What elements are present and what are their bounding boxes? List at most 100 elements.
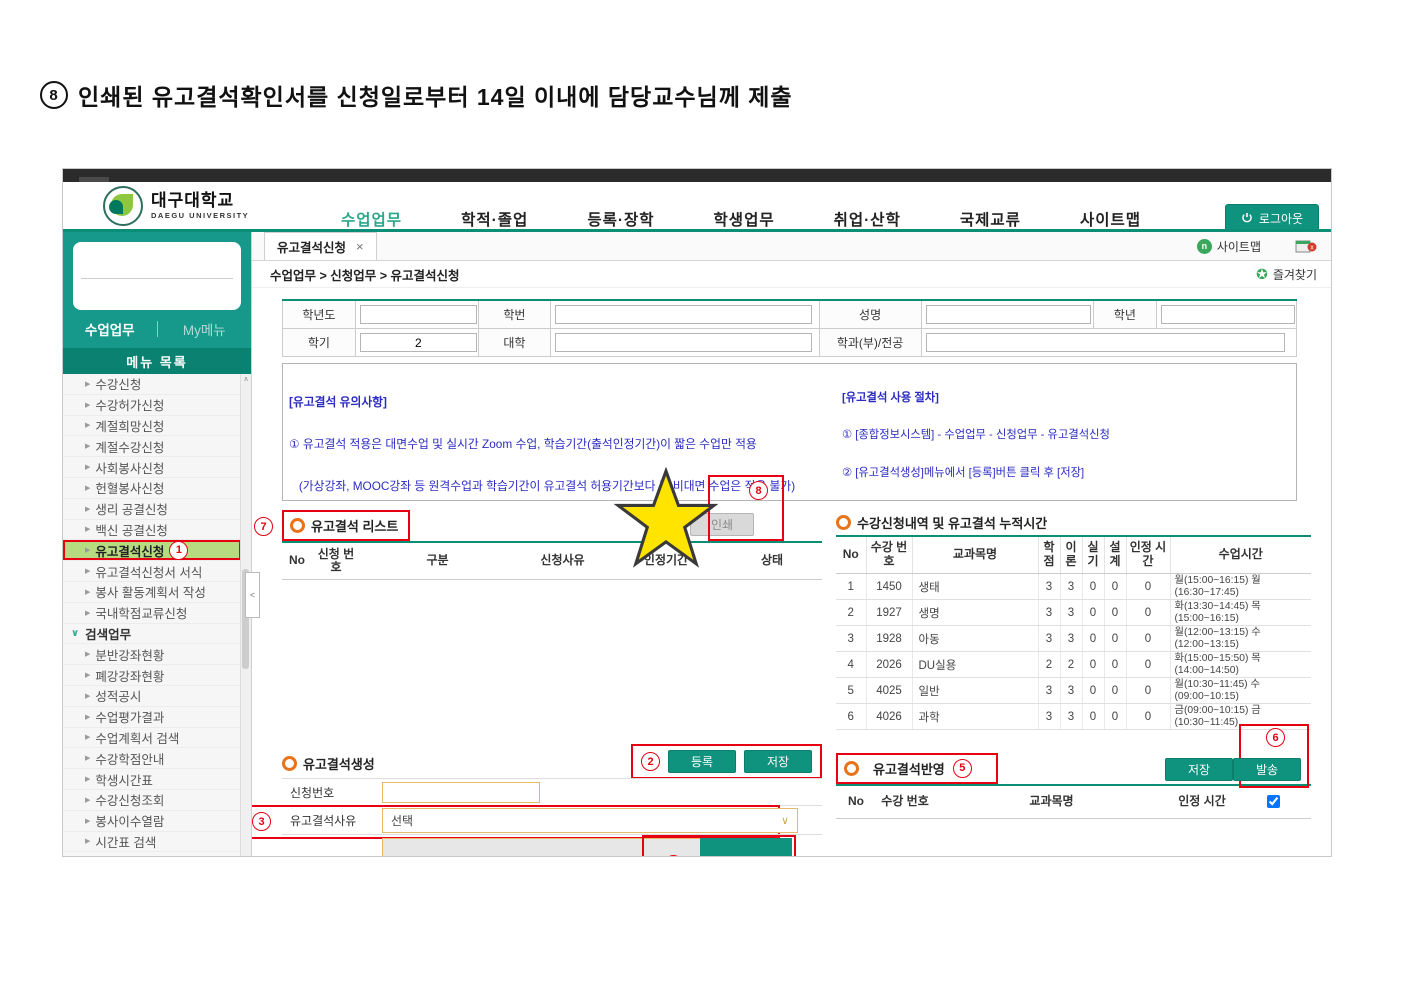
sidebar-item-course-request[interactable]: ▶ 수강신청 (63, 374, 241, 395)
sidebar-item-student-timetable[interactable]: ▶ 학생시간표 (63, 769, 241, 790)
send-button[interactable]: 발송 (1233, 758, 1301, 781)
menu-list-header: 메뉴 목록 (63, 348, 251, 374)
sidebar-item-vaccine-absence[interactable]: ▶ 백신 공결신청 (63, 520, 241, 541)
notice-procedure: [유고결석 사용 절차] ① [종합정보시스템] - 수업업무 - 신청업무 -… (842, 392, 1110, 479)
sidebar-collapse-handle[interactable]: < (245, 572, 260, 618)
section-bullet-icon (290, 517, 305, 533)
section-bullet-icon (844, 760, 859, 776)
app-window: 대구대학교 DAEGU UNIVERSITY 수업업무 학적·졸업 등록·장학 … (62, 168, 1332, 857)
sidebar-item-domestic-credit[interactable]: ▶ 국내학점교류신청 (63, 603, 241, 624)
select-all-checkbox[interactable] (1267, 795, 1280, 809)
sidebar-item-service-plan[interactable]: ▶ 봉사 활동계획서 작성 (63, 582, 241, 603)
col-request-no: 신청 번호 (312, 542, 360, 580)
window-close-icon[interactable]: x (1295, 238, 1317, 254)
triangle-icon: ▶ (85, 526, 91, 534)
sidebar-tab-course-work[interactable]: 수업업무 (63, 319, 157, 339)
register-button[interactable]: 등록 (668, 750, 736, 773)
annotation-3: 3 (252, 812, 271, 831)
sidebar-item-seasonal-course[interactable]: ▶ 계절수강신청 (63, 436, 241, 458)
label-semester: 학기 (282, 328, 356, 357)
triangle-icon: ▶ (85, 505, 91, 513)
logout-button[interactable]: 로그아웃 (1225, 204, 1319, 232)
apply-save-button[interactable]: 저장 (1165, 758, 1233, 781)
sidebar-section-search[interactable]: ∨ 검색업무 (63, 624, 241, 645)
sitemap-link[interactable]: n 사이트맵 (1196, 238, 1261, 255)
absence-list-title: 유고결석 리스트 (311, 518, 399, 534)
logo-subtitle: DAEGU UNIVERSITY (151, 210, 250, 220)
sidebar-item-syllabus-search[interactable]: ▶ 수업계획서 검색 (63, 728, 241, 749)
evidence-button[interactable]: 증빙서류 (700, 838, 792, 856)
label-student-no: 학번 (477, 299, 552, 329)
absence-apply-title: 유고결석반영 (873, 761, 945, 777)
academic-year-input[interactable] (359, 305, 477, 324)
college-input[interactable] (555, 333, 813, 352)
save-button[interactable]: 저장 (744, 750, 812, 773)
triangle-icon: ▶ (85, 422, 91, 430)
triangle-icon: ▶ (85, 817, 91, 825)
absence-list-empty-body (282, 580, 822, 748)
sidebar-item-service-record[interactable]: ▶ 봉사이수열람 (63, 811, 241, 832)
label-academic-year: 학년도 (282, 299, 356, 329)
triangle-icon: ▶ (85, 692, 91, 700)
col-no: No (836, 785, 876, 819)
sidebar-item-absence-request[interactable]: ▶ 유고결석신청 1 (63, 540, 241, 562)
sidebar-tab-my-menu[interactable]: My메뉴 (158, 319, 252, 339)
reason-type-select[interactable]: 선택 ∨ (382, 807, 798, 833)
sidebar-item-blood-donation[interactable]: ▶ 헌혈봉사신청 (63, 478, 241, 499)
table-row: 4 2026 DU실용 2 2 0 0 0 화(15:00~15:50) 목(14:00~14:… (836, 651, 1311, 678)
sidebar-item-timetable-search[interactable]: ▶ 시간표 검색 (63, 832, 241, 853)
close-icon[interactable]: × (356, 239, 364, 254)
sidebar-item-credit-guide[interactable]: ▶ 수강학점안내 (63, 748, 241, 770)
content-area: 유고결석신청 × n 사이트맵 x 수업업무 > 신청업무 > 유고결석신청 ✪… (251, 232, 1331, 856)
triangle-icon: ▶ (85, 568, 91, 576)
semester-input[interactable] (359, 333, 477, 352)
sidebar-item-class-eval[interactable]: ▶ 수업평가결과 (63, 707, 241, 728)
student-no-input[interactable] (555, 305, 813, 324)
table-row: 1 1450 생태 3 3 0 0 0 월(15:00~16:15) 월(16:30~17:45… (836, 573, 1311, 600)
col-category: 구분 (360, 542, 515, 580)
menu-list: ▶ 수강신청 ▶ 수강허가신청 ▶ 계절희망신청 ▶ 계절수강신청 ▶ 사회봉사신청 ▶ 헌… (63, 374, 251, 856)
nav-student-affairs[interactable]: 학생업무 (714, 208, 775, 230)
sidebar-item-closed-course[interactable]: ▶ 폐강강좌현황 (63, 665, 241, 686)
university-emblem-icon (103, 185, 143, 226)
triangle-icon: ▶ (85, 464, 91, 472)
breadcrumb: 수업업무 > 신청업무 > 유고결석신청 (270, 268, 460, 283)
chevron-down-icon: ∨ (780, 814, 789, 827)
sidebar-item-grade-posting[interactable]: ▶ 성적공시 (63, 686, 241, 707)
page-title: 8 인쇄된 유고결석확인서를 신청일로부터 14일 이내에 담당교수님께 제출 (40, 78, 793, 112)
sidebar-item-absence-form[interactable]: ▶ 유고결석신청서 서식 (63, 561, 241, 582)
sidebar-item-seasonal-hope[interactable]: ▶ 계절희망신청 (63, 416, 241, 437)
sidebar-item-course-overview[interactable]: ▶교과목개요(교과) (63, 852, 241, 856)
label-reason-type: 유고결석사유 (290, 813, 357, 828)
sidebar-item-course-permission[interactable]: ▶ 수강허가신청 (63, 395, 241, 416)
triangle-icon: ▶ (85, 651, 91, 659)
annotation-2: 2 (641, 752, 660, 771)
reason-textarea[interactable] (382, 838, 714, 856)
sidebar-item-enrollment-lookup[interactable]: ▶ 수강신청조회 (63, 790, 241, 811)
nav-course-work[interactable]: 수업업무 (341, 208, 402, 230)
sidebar: 수업업무 My메뉴 메뉴 목록 ▶ 수강신청 ▶ 수강허가신청 ▶ 계절희망신청 ▶ 계… (63, 232, 260, 856)
favorite-link[interactable]: ✪ 즐겨찾기 (1256, 266, 1317, 283)
nav-registration-scholarship[interactable]: 등록·장학 (587, 208, 654, 230)
request-no-input[interactable] (382, 781, 540, 803)
scroll-up-icon[interactable]: ∧ (241, 374, 251, 386)
col-status: 상태 (722, 542, 822, 580)
absence-list-title-box: 유고결석 리스트 (282, 509, 411, 541)
nav-records-graduation[interactable]: 학적·졸업 (461, 208, 528, 230)
label-request-no: 신청번호 (290, 785, 335, 800)
breadcrumb-bar: 수업업무 > 신청업무 > 유고결석신청 ✪ 즐겨찾기 (252, 261, 1331, 288)
nav-employment[interactable]: 취업·산학 (834, 208, 901, 230)
tab-absence-request[interactable]: 유고결석신청 × (264, 232, 377, 260)
student-info-form: 학년도 학번 성명 학년 학기 대학 학과(부)/전공 (282, 299, 1298, 357)
name-input[interactable] (925, 305, 1091, 324)
nav-international[interactable]: 국제교류 (960, 208, 1021, 230)
grade-input[interactable] (1160, 305, 1295, 324)
sidebar-item-social-service[interactable]: ▶ 사회봉사신청 (63, 457, 241, 478)
section-bullet-icon (282, 755, 297, 771)
sidebar-item-class-status[interactable]: ▶ 분반강좌현황 (63, 644, 241, 666)
sidebar-item-menstrual-absence[interactable]: ▶ 생리 공결신청 (63, 499, 241, 520)
nav-sitemap[interactable]: 사이트맵 (1080, 208, 1141, 230)
label-reason: 신청사유 (282, 856, 382, 857)
chevron-down-icon: ∨ (71, 627, 80, 639)
dept-input[interactable] (925, 333, 1286, 352)
